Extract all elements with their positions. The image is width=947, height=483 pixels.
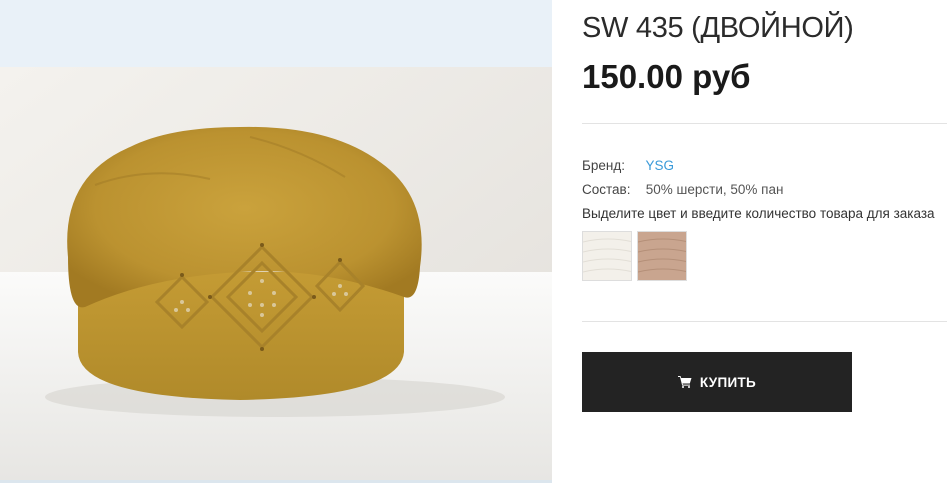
color-swatches: [582, 231, 687, 281]
buy-button[interactable]: КУПИТЬ: [582, 352, 852, 412]
cart-icon: [677, 376, 692, 388]
buy-button-label: КУПИТЬ: [699, 374, 757, 390]
swatch-white[interactable]: [582, 231, 632, 281]
select-color-hint: Выделите цвет и введите количество товар…: [582, 206, 935, 221]
composition-row: Состав: 50% шерсти, 50% пан: [582, 182, 783, 197]
product-photo[interactable]: [0, 67, 552, 480]
divider: [582, 321, 947, 322]
yarn-beige-icon: [638, 238, 686, 273]
product-image-panel: [0, 0, 552, 483]
swatch-beige[interactable]: [637, 231, 687, 281]
brand-label: Бренд:: [582, 158, 625, 173]
composition-value: 50% шерсти, 50% пан: [645, 182, 784, 197]
product-price: 150.00 руб: [582, 58, 751, 95]
divider: [582, 123, 947, 124]
product-title: SW 435 (ДВОЙНОЙ): [582, 12, 854, 44]
product-info: SW 435 (ДВОЙНОЙ) 150.00 руб Бренд: YSG С…: [582, 0, 947, 483]
brand-link[interactable]: YSG: [646, 158, 675, 173]
brand-row: Бренд: YSG: [582, 158, 674, 173]
yarn-white-icon: [583, 238, 631, 273]
product-page: SW 435 (ДВОЙНОЙ) 150.00 руб Бренд: YSG С…: [0, 0, 947, 483]
composition-label: Состав:: [582, 182, 631, 197]
